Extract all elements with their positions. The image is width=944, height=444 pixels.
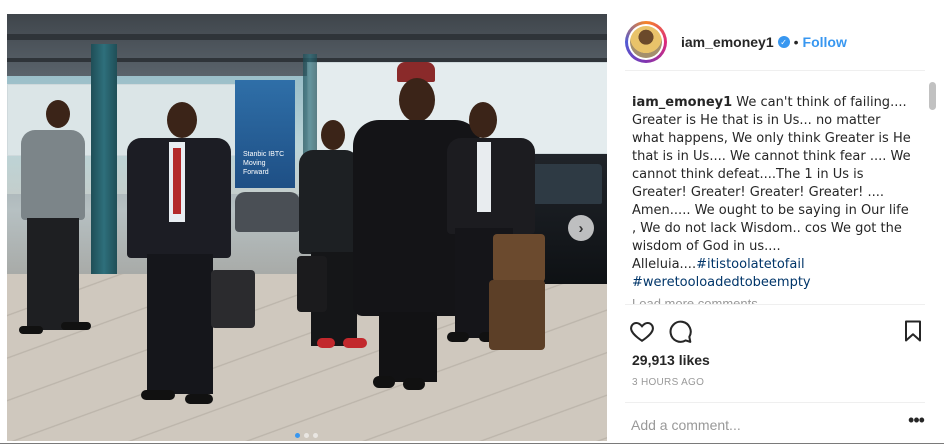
carousel-dot (304, 433, 309, 438)
header-username[interactable]: iam_emoney1 (681, 34, 774, 50)
caption-text: We can't think of failing.... Greater is… (632, 95, 911, 272)
hashtag-link[interactable]: #itistoolatetofail (696, 257, 804, 272)
post-details-panel: iam_emoney1 ✓ • Follow iam_emoney1 We ca… (607, 0, 944, 443)
parked-car (235, 192, 300, 232)
support-pillar (91, 44, 117, 304)
post-photo[interactable]: Stanbic IBTC Moving Forward › (7, 14, 607, 441)
comment-bubble-icon (669, 320, 692, 343)
action-bar (629, 318, 925, 346)
post-header: iam_emoney1 ✓ • Follow (625, 14, 925, 71)
heart-icon (630, 321, 654, 342)
post-timestamp[interactable]: 3 HOURS AGO (632, 377, 704, 388)
shopping-bag (297, 256, 327, 312)
comments-scrollbar[interactable] (929, 82, 936, 110)
instagram-post-modal: Stanbic IBTC Moving Forward › iam_emoney… (0, 0, 944, 443)
comment-button[interactable] (667, 318, 695, 346)
like-button[interactable] (629, 318, 657, 346)
bank-billboard-text: Stanbic IBTC Moving Forward (243, 151, 285, 176)
rolling-suitcase (489, 280, 545, 350)
comment-bar: ••• (625, 402, 925, 444)
section-divider (625, 304, 925, 317)
verified-badge-icon: ✓ (777, 36, 790, 48)
chevron-right-icon: › (578, 219, 584, 237)
comment-input[interactable] (631, 415, 891, 435)
canopy-beam (7, 34, 607, 40)
more-options-icon[interactable]: ••• (906, 411, 926, 433)
hashtag-link[interactable]: #weretooloadedtobeempty (632, 275, 811, 290)
caption-username[interactable]: iam_emoney1 (632, 95, 732, 110)
post-caption: iam_emoney1 We can't think of failing...… (632, 94, 912, 308)
carousel-dot (295, 433, 300, 438)
likes-count[interactable]: 29,913 likes (632, 352, 710, 368)
louis-vuitton-bag (493, 234, 545, 282)
next-photo-button[interactable]: › (568, 215, 594, 241)
avatar[interactable] (625, 21, 667, 63)
follow-button[interactable]: Follow (803, 34, 847, 50)
handbag (211, 270, 255, 328)
header-separator: • (793, 34, 799, 50)
avatar-image (630, 26, 662, 58)
bookmark-icon (905, 320, 921, 342)
carousel-dots (295, 433, 318, 438)
save-button[interactable] (901, 318, 929, 346)
bank-billboard: Stanbic IBTC Moving Forward (235, 80, 295, 188)
carousel-dot (313, 433, 318, 438)
